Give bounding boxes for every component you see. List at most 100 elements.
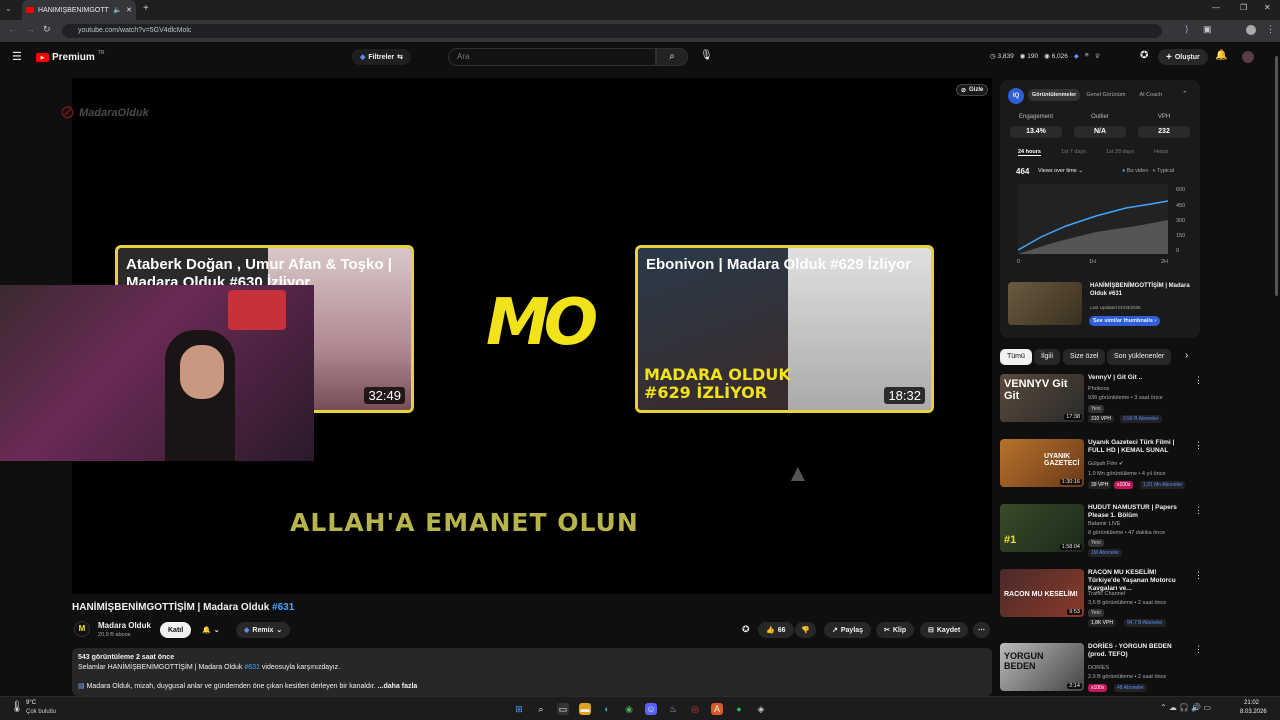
tab-list-icon[interactable]: ⌄ (5, 5, 12, 13)
rec-more-icon[interactable]: ⋮ (1194, 571, 1203, 580)
hide-button[interactable]: ⊘ Gizle (956, 84, 989, 96)
chip-recent[interactable]: Son yüklenenler (1107, 349, 1172, 365)
chip-all[interactable]: Tümü (1000, 349, 1032, 365)
chip-related[interactable]: İlgili (1034, 349, 1061, 365)
tab-views[interactable]: Görüntülenmeler (1028, 89, 1081, 101)
list-icon[interactable]: ≡ (1085, 52, 1089, 60)
browser-tab[interactable]: HANİMİŞBENİMGOTTİŞİM | Madara... 🔈 ✕ (22, 0, 136, 20)
page-scrollbar[interactable] (1273, 42, 1280, 696)
app-icon-gray[interactable]: ◈ (755, 703, 767, 715)
user-avatar[interactable] (1242, 51, 1254, 63)
extension-tool-icon[interactable]: ✪ (1140, 51, 1148, 61)
end-screen-video-card-2[interactable]: Ebonivon | Madara Olduk #629 İzliyor MAD… (635, 245, 934, 413)
filters-button[interactable]: ◆ Filtreler ⇆ (352, 49, 411, 65)
close-window-icon[interactable]: ✕ (1264, 4, 1271, 12)
edge-icon[interactable]: ◐ (601, 703, 613, 715)
maximize-icon[interactable]: ❐ (1240, 4, 1247, 12)
list-item[interactable]: RACON MU KESELİM! 9:53 RACON MU KESELİM! … (1000, 569, 1203, 627)
chrome-icon[interactable]: ◉ (623, 703, 635, 715)
search-button[interactable]: ⌕ (656, 48, 688, 66)
dislike-button[interactable]: 👎 (795, 622, 816, 638)
create-button[interactable]: + Oluştur (1158, 49, 1208, 65)
views-mode-dropdown[interactable]: Views over time ⌄ (1038, 168, 1083, 174)
extension-icon[interactable]: ⟩ (1185, 25, 1189, 34)
back-icon[interactable]: ← (8, 25, 17, 34)
windows-taskbar: 🌡 9°C Çok bulutlu ⊞ ⌕ ▭ ▬ ◐ ◉ ☺ ♨ ◎ A ● … (0, 696, 1280, 720)
rec-channel[interactable]: Gülşah Film ✔ (1088, 461, 1123, 467)
list-item[interactable]: VENNYV Git Git 17:38 VennyV | Git Git .. … (1000, 374, 1203, 424)
close-tab-icon[interactable]: ✕ (126, 6, 132, 14)
forward-icon[interactable]: → (26, 25, 35, 34)
discord-icon[interactable]: ☺ (645, 703, 657, 715)
tab-ai-coach[interactable]: AI Coach (1131, 89, 1170, 101)
channel-center-logo[interactable]: MO (486, 286, 598, 360)
chips-next-icon[interactable]: › (1185, 351, 1188, 361)
steam-icon[interactable]: ♨ (667, 703, 679, 715)
desc-line-start: Selamlar HANİMİŞBENİMGOTTİŞİM | Madara O… (78, 664, 245, 671)
join-button[interactable]: Katıl (160, 622, 192, 638)
period-24h[interactable]: 24 hours (1018, 149, 1041, 156)
reload-icon[interactable]: ↻ (43, 25, 51, 34)
extension-action-icon[interactable]: ✪ (742, 625, 750, 634)
minimize-icon[interactable]: — (1212, 4, 1220, 12)
share-button[interactable]: ↗ Paylaş (824, 622, 872, 638)
thumbnail-preview[interactable] (1008, 282, 1082, 325)
tab-overview[interactable]: Genel Görünüm (1082, 89, 1129, 101)
search-input[interactable]: Ara (448, 48, 656, 66)
browser-menu-icon[interactable]: ⋮ (1266, 25, 1275, 34)
like-button[interactable]: 👍 66 (758, 622, 794, 638)
channel-avatar[interactable]: M (74, 621, 90, 637)
desc-hashtag[interactable]: #631 (244, 664, 260, 671)
show-more-link[interactable]: ...daha fazla (378, 683, 418, 690)
notifications-bell-icon[interactable]: 🔔 (1215, 51, 1227, 61)
ytick-0: 0 (1176, 248, 1179, 254)
url-field[interactable]: youtube.com/watch?v=5GV4dlcMolc (62, 24, 1162, 38)
rec-channel[interactable]: Traffic Channel (1088, 591, 1125, 597)
rec-more-icon[interactable]: ⋮ (1194, 376, 1203, 385)
collapse-chevron-icon[interactable]: ⌃ (1182, 91, 1188, 98)
list-item[interactable]: YORGUN BEDEN 2:14 DORİES - YORGUN BEDEN (… (1000, 643, 1203, 693)
channel-name[interactable]: Madara Olduk (98, 621, 151, 630)
youtube-logo[interactable]: ▶ Premium TR (36, 50, 104, 63)
rec-channel[interactable]: Batamir LIVE (1088, 521, 1120, 527)
period-28d[interactable]: 1st 28 days (1106, 149, 1134, 156)
rec-more-icon[interactable]: ⋮ (1194, 506, 1203, 515)
trophy-icon[interactable]: ♕ (1095, 52, 1101, 60)
app-icon-red[interactable]: ◎ (689, 703, 701, 715)
new-tab-icon[interactable]: + (143, 4, 149, 14)
rec-multiplier: x100x (1088, 684, 1108, 692)
vidiq-icon[interactable]: ◆ (1074, 52, 1079, 60)
app-icon-orange[interactable]: A (711, 703, 723, 715)
rec-channel[interactable]: DORİES (1088, 665, 1109, 671)
remix-button[interactable]: ◆ Remix ⌄ (236, 622, 291, 638)
period-7d[interactable]: 1st 7 days (1061, 149, 1086, 156)
puzzle-icon[interactable]: ▣ (1203, 25, 1212, 34)
clip-button[interactable]: ✂ Klip (876, 622, 915, 638)
description-box[interactable]: 543 görüntüleme 2 saat önce Selamlar HAN… (72, 648, 992, 696)
rec-duration: 17:38 (1064, 414, 1082, 420)
chip-for-you[interactable]: Size özel (1063, 349, 1106, 365)
file-explorer-icon[interactable]: ▬ (579, 703, 591, 715)
save-button[interactable]: ⊟ Kaydet (920, 622, 969, 638)
audio-icon[interactable]: 🔈 (113, 6, 122, 14)
taskbar-search-icon[interactable]: ⌕ (535, 703, 547, 715)
rec-more-icon[interactable]: ⋮ (1194, 645, 1203, 654)
video-title-hashtag[interactable]: #631 (272, 602, 294, 613)
profile-avatar[interactable] (1246, 25, 1256, 35)
task-view-icon[interactable]: ▭ (557, 703, 569, 715)
notification-bell-button[interactable]: 🔔 ⌄ (194, 622, 228, 638)
period-all[interactable]: Hepsi (1154, 149, 1168, 156)
microphone-icon[interactable]: 🎙 (700, 51, 713, 61)
start-menu-icon[interactable]: ⊞ (513, 703, 525, 715)
similar-thumbnails-button[interactable]: See similar thumbnails › (1089, 316, 1161, 326)
more-actions-button[interactable]: ⋯ (973, 622, 990, 638)
rec-channel[interactable]: Phrikoos (1088, 386, 1109, 392)
list-item[interactable]: UYANIK GAZETECİ 1:30:16 Uyanık Gazeteci T… (1000, 439, 1203, 489)
tray-icons[interactable]: ⌃ ☁ 🎧 🔊 ▭ (1160, 703, 1211, 712)
list-item[interactable]: #1 1:58:04 HUDUT NAMUSTUR | Papers Please… (1000, 504, 1203, 557)
spotify-icon[interactable]: ● (733, 703, 745, 715)
rec-more-icon[interactable]: ⋮ (1194, 441, 1203, 450)
weather-icon[interactable]: 🌡 (10, 700, 24, 713)
scrollbar-thumb[interactable] (1275, 56, 1278, 296)
hamburger-menu-icon[interactable]: ☰ (12, 52, 22, 63)
